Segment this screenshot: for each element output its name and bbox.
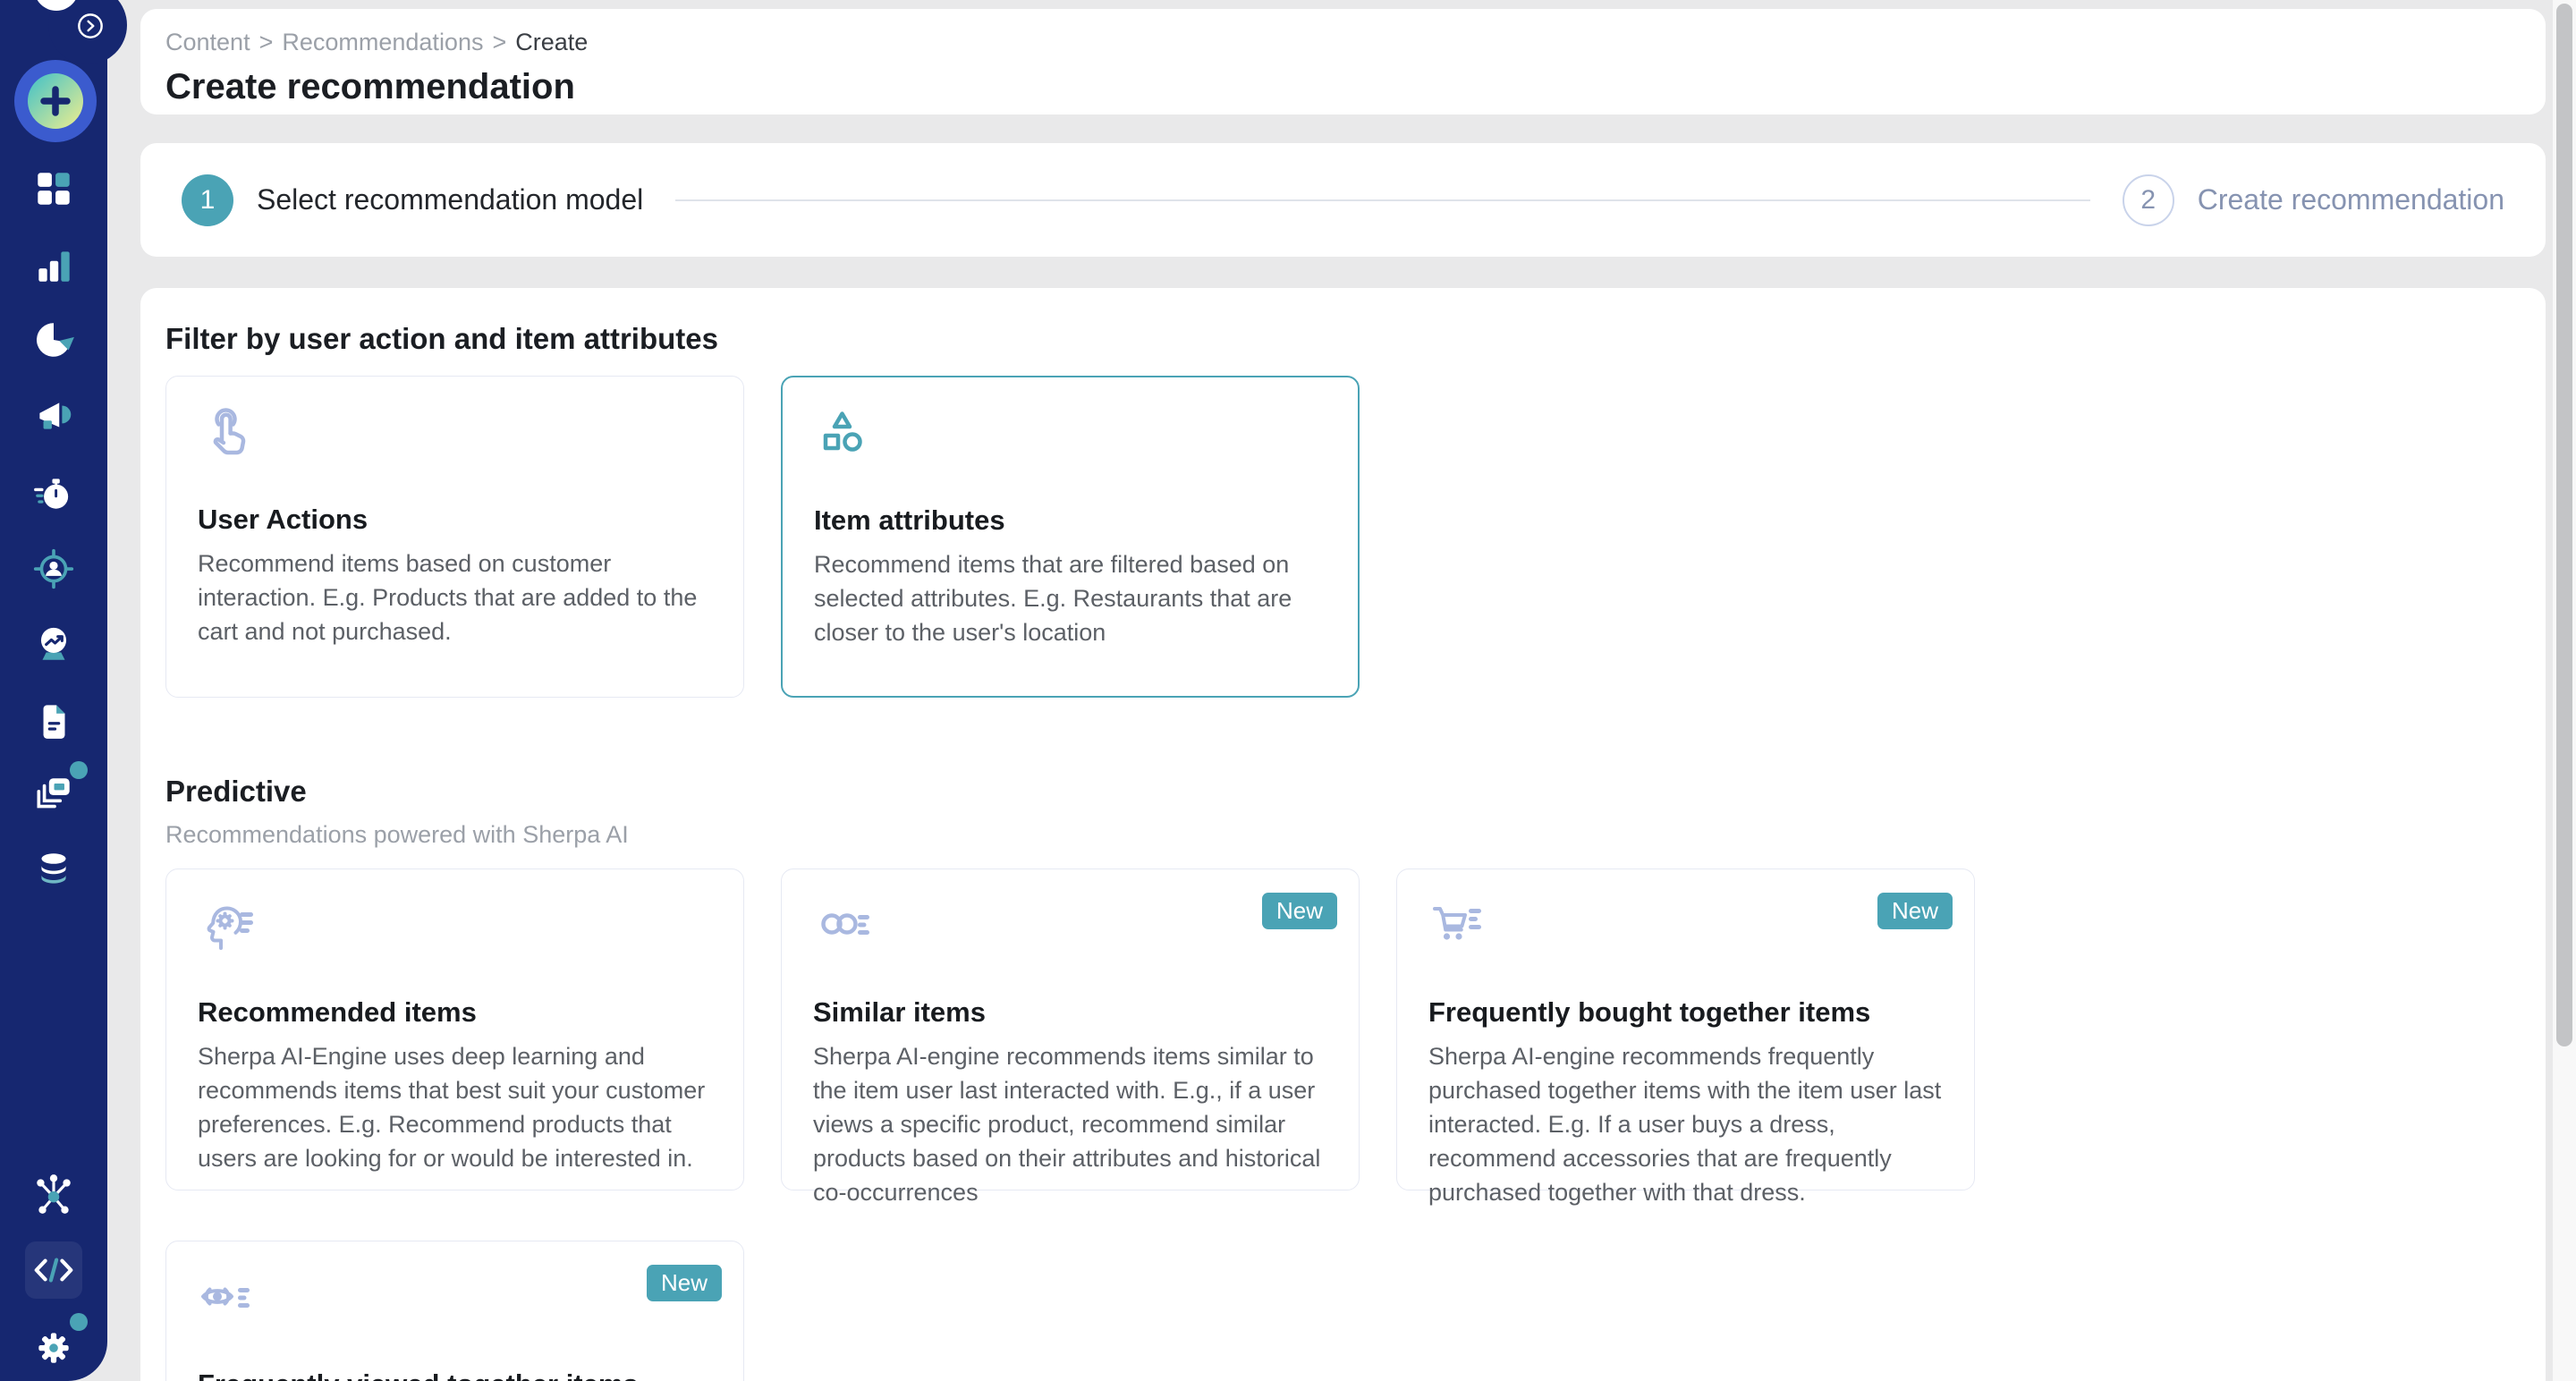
scrollbar-track[interactable] [2553,0,2576,1381]
section-title: Predictive [165,775,2521,809]
ai-head-icon [198,898,255,955]
model-card-user-actions[interactable]: User Actions Recommend items based on cu… [165,376,744,698]
sidebar-expand-button[interactable] [77,13,104,39]
step-number-badge: 2 [2123,174,2174,226]
section-subtitle: Recommendations powered with Sherpa AI [165,821,2521,849]
model-card-frequently-bought-together-items[interactable]: New Frequently bought together items She… [1396,868,1975,1190]
new-badge: New [1262,893,1337,929]
card-description: Recommend items based on customer intera… [198,546,712,648]
step-select-model: 1 Select recommendation model [182,174,643,226]
breadcrumb-create: Create [515,29,588,56]
card-description: Sherpa AI-engine recommends items simila… [813,1039,1327,1209]
model-card-frequently-viewed-together-items[interactable]: New Frequently viewed together items [165,1241,744,1381]
breadcrumb-content[interactable]: Content [165,29,250,56]
card-icon [198,1270,712,1327]
sidebar-item-content[interactable] [31,698,76,742]
sidebar-item-settings[interactable] [31,1324,76,1368]
breadcrumb-separator: > [259,29,274,56]
model-card-recommended-items[interactable]: Recommended items Sherpa AI-Engine uses … [165,868,744,1190]
page-header: Content > Recommendations > Create Creat… [140,9,2546,114]
sidebar-item-templates[interactable] [31,772,76,817]
section-title: Filter by user action and item attribute… [165,322,2521,356]
eye-icon [198,1270,255,1327]
chevron-right-icon [77,13,104,39]
sidebar [0,0,107,1381]
card-title: Item attributes [814,504,1326,537]
megaphone-icon [31,394,76,438]
section-predictive: Predictive Recommendations powered with … [165,775,2521,1381]
sidebar-item-reports[interactable] [31,318,76,362]
integrations-icon [31,1172,76,1216]
card-title: Frequently viewed together items [198,1368,712,1381]
sidebar-item-automation[interactable] [31,470,76,515]
card-icon [198,405,712,462]
stopwatch-icon [31,470,76,515]
sidebar-item-audience[interactable] [31,546,76,590]
sidebar-item-integrations[interactable] [31,1172,76,1216]
page-title: Create recommendation [165,67,2521,107]
database-icon [31,847,76,892]
stepper-divider [675,199,2090,201]
new-badge: New [647,1265,722,1301]
card-title: User Actions [198,504,712,536]
step-create-recommendation: 2 Create recommendation [2123,174,2504,226]
card-title: Frequently bought together items [1428,996,1943,1029]
notification-dot [70,761,88,779]
document-icon [31,698,76,742]
sidebar-item-developer[interactable] [25,1241,82,1299]
sidebar-item-predictions[interactable] [31,621,76,665]
sidebar-item-data[interactable] [31,847,76,892]
sidebar-item-dashboard[interactable] [31,166,76,211]
scrollbar-thumb[interactable] [2556,4,2572,1046]
code-icon [31,1248,76,1292]
sidebar-item-analytics[interactable] [31,243,76,288]
predictions-crystal-ball-icon [31,621,76,665]
new-badge: New [1877,893,1953,929]
model-sections: Filter by user action and item attribute… [140,288,2546,1381]
cart-icon [1428,898,1486,955]
card-description: Recommend items that are filtered based … [814,547,1326,649]
cards-row: User Actions Recommend items based on cu… [165,376,2521,698]
section-filter-by-user-action-and-item-attributes: Filter by user action and item attribute… [165,322,2521,698]
cards-row: Recommended items Sherpa AI-Engine uses … [165,868,2521,1381]
model-card-item-attributes[interactable]: Item attributes Recommend items that are… [781,376,1360,698]
card-description: Sherpa AI-Engine uses deep learning and … [198,1039,712,1175]
audience-target-icon [31,546,76,590]
card-description: Sherpa AI-engine recommends frequently p… [1428,1039,1943,1209]
dashboard-grid-icon [31,166,76,211]
pie-chart-icon [31,318,76,362]
notification-dot [70,1313,88,1331]
breadcrumb: Content > Recommendations > Create [165,29,2521,56]
step-label: Select recommendation model [257,183,643,216]
sidebar-item-create[interactable] [14,60,97,142]
app-root: Content > Recommendations > Create Creat… [0,0,2576,1381]
settings-gear-icon [31,1324,76,1368]
shapes-icon [814,406,871,463]
templates-icon [31,772,76,817]
wizard-stepper: 1 Select recommendation model 2 Create r… [140,143,2546,257]
sidebar-item-campaigns[interactable] [31,394,76,438]
card-title: Recommended items [198,996,712,1029]
step-label: Create recommendation [2198,183,2504,216]
similar-infinity-icon [813,898,870,955]
step-number-badge: 1 [182,174,233,226]
card-icon [1428,898,1943,955]
model-card-similar-items[interactable]: New Similar items Sherpa AI-engine recom… [781,868,1360,1190]
card-title: Similar items [813,996,1327,1029]
card-icon [814,406,1326,463]
breadcrumb-recommendations[interactable]: Recommendations [282,29,483,56]
breadcrumb-separator: > [492,29,506,56]
card-icon [813,898,1327,955]
tap-gesture-icon [198,405,255,462]
card-icon [198,898,712,955]
bar-chart-icon [31,243,76,288]
plus-icon [14,60,97,142]
